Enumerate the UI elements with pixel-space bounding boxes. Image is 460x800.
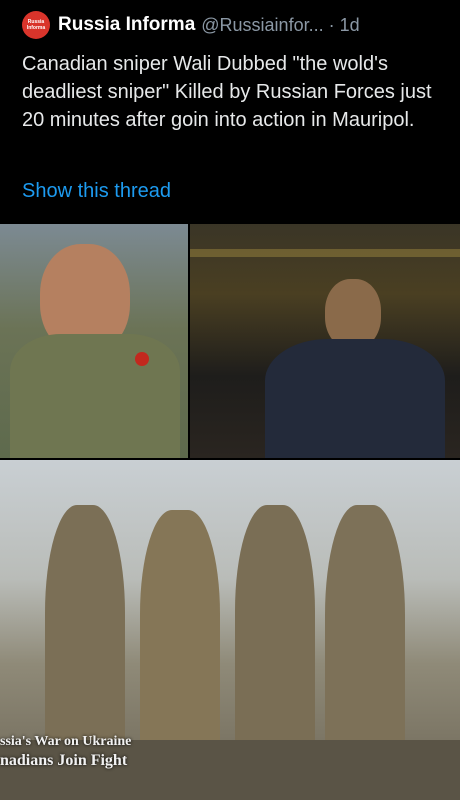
ceiling-lights bbox=[190, 249, 460, 257]
media-grid: ssia's War on Ukraine nadians Join Fight bbox=[0, 224, 460, 800]
meta-separator: · bbox=[328, 14, 335, 35]
soldier-4 bbox=[325, 505, 405, 780]
avatar-text-line-2: Informa bbox=[26, 25, 46, 31]
author-handle[interactable]: @Russiainfor... bbox=[201, 15, 323, 36]
show-thread-link[interactable]: Show this thread bbox=[22, 180, 171, 203]
author-row: Russia Informa @Russiainfor... · 1d bbox=[58, 10, 453, 40]
soldier-2 bbox=[140, 510, 220, 770]
photo-caption-line-1: ssia's War on Ukraine bbox=[0, 734, 132, 749]
soldier-3 bbox=[235, 505, 315, 770]
tweet-text: Canadian sniper Wali Dubbed "the wold's … bbox=[22, 53, 432, 131]
tweet-header: Russia Informa Russia Informa @Russiainf… bbox=[0, 0, 460, 224]
tweet-timestamp[interactable]: 1d bbox=[340, 15, 360, 36]
portrait-figure-body bbox=[10, 334, 180, 458]
poppy-icon bbox=[135, 352, 149, 366]
photo-night[interactable] bbox=[190, 224, 460, 458]
photo-interview[interactable] bbox=[0, 224, 188, 458]
figure-body bbox=[265, 339, 445, 458]
avatar[interactable]: Russia Informa bbox=[22, 11, 50, 39]
photo-soldiers[interactable]: ssia's War on Ukraine nadians Join Fight bbox=[0, 460, 460, 800]
author-display-name[interactable]: Russia Informa bbox=[58, 14, 195, 36]
photo-caption-line-2: nadians Join Fight bbox=[0, 752, 128, 769]
